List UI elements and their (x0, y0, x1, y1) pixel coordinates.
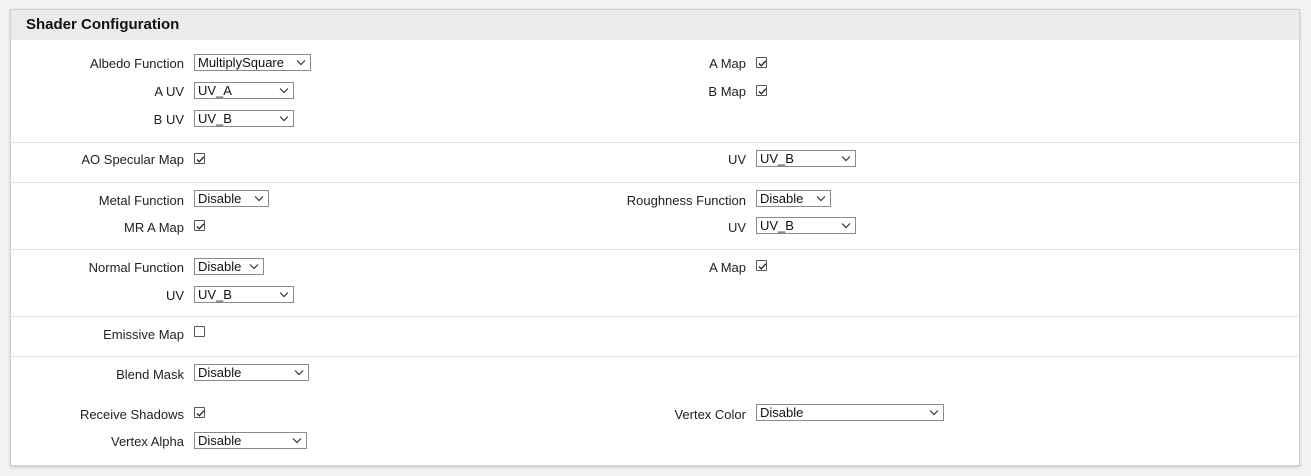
normal-function-select[interactable]: Disable (194, 258, 264, 275)
receive-shadows-label: Receive Shadows (79, 407, 184, 422)
normal-uv-select[interactable]: UV_B (194, 286, 294, 303)
section-divider (11, 356, 1299, 357)
metal-uv-label: UV (727, 220, 746, 235)
chevron-down-icon (841, 223, 851, 229)
albedo-a-map-label: A Map (709, 56, 746, 71)
chevron-down-icon (279, 116, 289, 122)
vertex-alpha-value: Disable (198, 433, 242, 448)
vertex-color-value: Disable (760, 405, 804, 420)
normal-function-label: Normal Function (88, 260, 184, 275)
albedo-b-uv-value: UV_B (198, 111, 232, 126)
ao-specular-map-label: AO Specular Map (81, 152, 184, 167)
metal-uv-value: UV_B (760, 218, 794, 233)
emissive-map-checkbox[interactable] (194, 326, 205, 337)
albedo-a-uv-label: A UV (154, 84, 184, 99)
chevron-down-icon (292, 438, 302, 444)
albedo-b-uv-label: B UV (153, 112, 184, 127)
mr-a-map-label: MR A Map (124, 220, 184, 235)
normal-a-map-label: A Map (709, 260, 746, 275)
chevron-down-icon (279, 292, 289, 298)
vertex-alpha-label: Vertex Alpha (111, 434, 184, 449)
ao-specular-map-checkbox[interactable] (194, 153, 205, 164)
albedo-function-value: MultiplySquare (198, 55, 284, 70)
chevron-down-icon (816, 196, 826, 202)
emissive-map-label: Emissive Map (103, 327, 184, 342)
albedo-function-label: Albedo Function (90, 56, 184, 71)
albedo-b-map-label: B Map (708, 84, 746, 99)
checkmark-icon (758, 60, 767, 67)
chevron-down-icon (296, 60, 306, 66)
normal-function-value: Disable (198, 259, 242, 274)
vertex-color-label: Vertex Color (674, 407, 746, 422)
chevron-down-icon (279, 88, 289, 94)
vertex-alpha-select[interactable]: Disable (194, 432, 307, 449)
metal-uv-select[interactable]: UV_B (756, 217, 856, 234)
section-divider (11, 142, 1299, 143)
ao-uv-label: UV (727, 152, 746, 167)
checkmark-icon (758, 263, 767, 270)
chevron-down-icon (929, 410, 939, 416)
blend-mask-label: Blend Mask (116, 367, 184, 382)
section-divider (11, 316, 1299, 317)
normal-a-map-checkbox[interactable] (756, 260, 767, 271)
checkmark-icon (758, 88, 767, 95)
albedo-function-select[interactable]: MultiplySquare (194, 54, 311, 71)
ao-uv-select[interactable]: UV_B (756, 150, 856, 167)
chevron-down-icon (294, 370, 304, 376)
roughness-function-value: Disable (760, 191, 804, 206)
metal-function-select[interactable]: Disable (194, 190, 269, 207)
normal-uv-value: UV_B (198, 287, 232, 302)
receive-shadows-checkbox[interactable] (194, 407, 205, 418)
albedo-b-map-checkbox[interactable] (756, 85, 767, 96)
metal-function-label: Metal Function (98, 193, 184, 208)
roughness-function-select[interactable]: Disable (756, 190, 831, 207)
vertex-color-select[interactable]: Disable (756, 404, 944, 421)
albedo-a-uv-value: UV_A (198, 83, 232, 98)
albedo-a-map-checkbox[interactable] (756, 57, 767, 68)
chevron-down-icon (249, 264, 259, 270)
checkmark-icon (196, 156, 205, 163)
checkmark-icon (196, 410, 205, 417)
albedo-b-uv-select[interactable]: UV_B (194, 110, 294, 127)
section-divider (11, 249, 1299, 250)
mr-a-map-checkbox[interactable] (194, 220, 205, 231)
blend-mask-value: Disable (198, 365, 242, 380)
blend-mask-select[interactable]: Disable (194, 364, 309, 381)
section-divider (11, 182, 1299, 183)
roughness-function-label: Roughness Function (626, 193, 746, 208)
checkmark-icon (196, 223, 205, 230)
metal-function-value: Disable (198, 191, 242, 206)
chevron-down-icon (254, 196, 264, 202)
shader-configuration-panel: Shader Configuration Albedo Function Mul… (10, 9, 1300, 466)
normal-uv-label: UV (165, 288, 184, 303)
panel-title: Shader Configuration (11, 10, 1299, 40)
albedo-a-uv-select[interactable]: UV_A (194, 82, 294, 99)
ao-uv-value: UV_B (760, 151, 794, 166)
chevron-down-icon (841, 156, 851, 162)
